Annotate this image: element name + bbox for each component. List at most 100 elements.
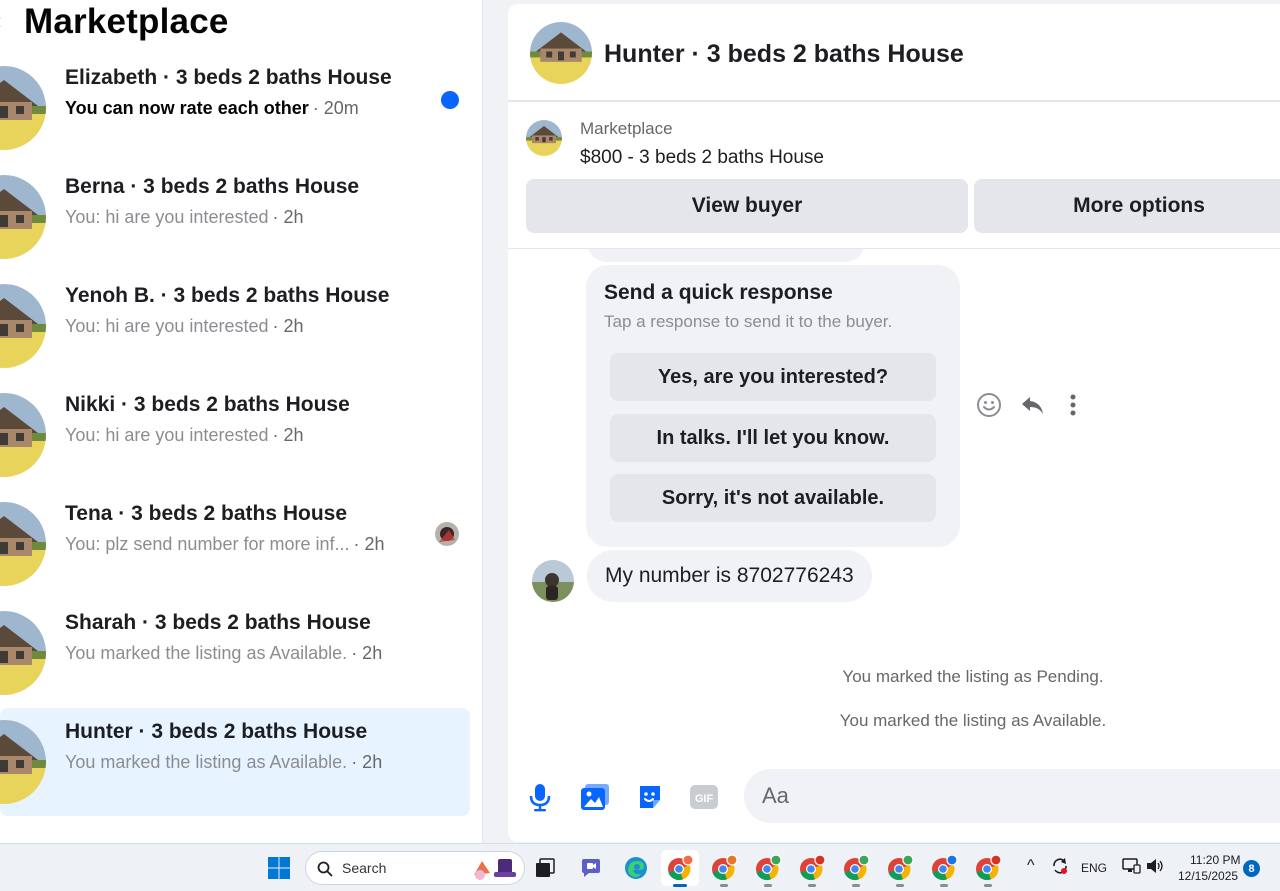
conversation-thumbnail — [0, 284, 46, 368]
quick-response-card: Send a quick response Tap a response to … — [586, 265, 960, 547]
sticker-icon[interactable] — [633, 780, 667, 814]
conversation-time: · 2h — [272, 316, 304, 336]
conversation-preview: You marked the listing as Available. — [65, 752, 348, 772]
conversation-title: Hunter · 3 beds 2 baths House — [65, 720, 368, 743]
conversation-row[interactable]: Berna · 3 beds 2 baths House You: hi are … — [0, 163, 470, 271]
conversation-list-panel: ‹ Marketplace Elizabeth · 3 beds 2 baths… — [0, 0, 483, 843]
tray-overflow-chevron-icon[interactable]: ^ — [1027, 857, 1035, 875]
conversation-preview: You: hi are you interested — [65, 207, 269, 227]
conversation-preview-line: You: hi are you interested · 2h — [65, 207, 304, 228]
back-arrow-icon[interactable]: ‹ — [0, 8, 1, 34]
conversation-row[interactable]: Elizabeth · 3 beds 2 baths House You can … — [0, 54, 470, 162]
network-icon[interactable] — [1121, 857, 1141, 878]
photo-icon[interactable] — [578, 780, 612, 814]
conversation-preview: You: plz send number for more inf... — [65, 534, 350, 554]
chrome-browser-icon[interactable] — [749, 850, 787, 887]
conversation-time: · 2h — [351, 752, 383, 772]
svg-text:GIF: GIF — [695, 793, 714, 805]
conversation-thumbnail — [0, 611, 46, 695]
conversation-title: Yenoh B. · 3 beds 2 baths House — [65, 284, 390, 307]
conversation-row[interactable]: Nikki · 3 beds 2 baths House You: hi are … — [0, 381, 470, 489]
chat-title[interactable]: Hunter · 3 beds 2 baths House — [604, 40, 964, 69]
conversation-title: Tena · 3 beds 2 baths House — [65, 502, 348, 525]
conversation-title: Elizabeth · 3 beds 2 baths House — [65, 66, 392, 89]
conversation-thumbnail — [0, 175, 46, 259]
conversation-preview-line: You marked the listing as Available. · 2h — [65, 752, 382, 773]
microphone-icon[interactable] — [523, 780, 557, 814]
reply-icon[interactable] — [1017, 390, 1047, 420]
taskbar-search-box[interactable]: Search — [305, 851, 525, 885]
conversation-thumbnail — [0, 502, 46, 586]
conversation-time: · 2h — [272, 425, 304, 445]
conversation-row[interactable]: Sharah · 3 beds 2 baths House You marked … — [0, 599, 470, 707]
volume-icon[interactable] — [1145, 857, 1165, 878]
gif-icon[interactable]: GIF — [687, 780, 721, 814]
conversation-thumbnail — [0, 393, 46, 477]
seen-avatar-icon — [435, 522, 459, 546]
chrome-browser-icon[interactable] — [837, 850, 875, 887]
windows-start-icon[interactable] — [260, 850, 298, 886]
message-input[interactable] — [744, 769, 1280, 823]
search-highlight-icon — [474, 859, 516, 880]
conversation-time: · 2h — [272, 207, 304, 227]
sync-status-icon[interactable] — [1050, 856, 1070, 879]
running-indicator — [808, 884, 816, 887]
more-vertical-icon[interactable] — [1058, 390, 1088, 420]
conversation-preview-line: You: plz send number for more inf... · 2h — [65, 534, 385, 555]
conversation-preview: You marked the listing as Available. — [65, 643, 348, 663]
language-indicator[interactable]: ENG — [1081, 861, 1107, 875]
conversation-thumbnail — [0, 66, 46, 150]
conversation-row[interactable]: Yenoh B. · 3 beds 2 baths House You: hi a… — [0, 272, 470, 380]
chrome-browser-icon[interactable] — [969, 850, 1007, 887]
chrome-browser-icon[interactable] — [793, 850, 831, 887]
quick-response-yes-button[interactable]: Yes, are you interested? — [610, 353, 936, 401]
conversation-time: · 2h — [353, 534, 385, 554]
windows-taskbar: Search ^ ENG 11:20 PM 12/15/2025 8 — [0, 843, 1280, 891]
quick-response-subtitle: Tap a response to send it to the buyer. — [604, 312, 893, 331]
teams-chat-icon[interactable] — [572, 850, 610, 886]
conversation-title: Nikki · 3 beds 2 baths House — [65, 393, 350, 416]
conversation-time: · 20m — [312, 98, 359, 118]
notification-badge[interactable]: 8 — [1243, 860, 1260, 877]
unread-dot-icon — [441, 91, 459, 109]
conversation-title: Sharah · 3 beds 2 baths House — [65, 611, 371, 634]
running-indicator — [984, 884, 992, 887]
taskbar-time[interactable]: 11:20 PM — [1190, 853, 1240, 867]
chrome-browser-icon[interactable] — [661, 850, 699, 887]
system-message-pending: You marked the listing as Pending. — [842, 667, 1104, 686]
conversation-preview-line: You: hi are you interested · 2h — [65, 316, 304, 337]
running-indicator — [940, 884, 948, 887]
listing-small-thumbnail[interactable] — [526, 120, 562, 156]
edge-browser-icon[interactable] — [617, 850, 655, 886]
chrome-browser-icon[interactable] — [925, 850, 963, 887]
search-icon — [317, 861, 333, 877]
running-indicator — [673, 884, 687, 887]
buyer-avatar[interactable] — [532, 560, 574, 602]
quick-response-not-available-button[interactable]: Sorry, it's not available. — [610, 474, 936, 522]
listing-source: Marketplace — [580, 119, 673, 138]
conversation-row[interactable]: Tena · 3 beds 2 baths House You: plz send… — [0, 490, 470, 598]
conversation-preview: You can now rate each other — [65, 98, 309, 118]
conversation-preview-line: You can now rate each other · 20m — [65, 98, 359, 119]
view-buyer-button[interactable]: View buyer — [526, 179, 968, 233]
smile-icon[interactable] — [974, 390, 1004, 420]
conversation-preview: You: hi are you interested — [65, 316, 269, 336]
chat-panel: Hunter · 3 beds 2 baths House Marketplac… — [508, 4, 1280, 842]
chrome-browser-icon[interactable] — [881, 850, 919, 887]
buyer-message-bubble: My number is 8702776243 — [587, 550, 872, 602]
running-indicator — [720, 884, 728, 887]
quick-response-in-talks-button[interactable]: In talks. I'll let you know. — [610, 414, 936, 462]
conversation-title: Berna · 3 beds 2 baths House — [65, 175, 360, 198]
quick-response-title: Send a quick response — [604, 281, 833, 304]
listing-thumbnail[interactable] — [530, 22, 592, 84]
taskbar-date[interactable]: 12/15/2025 — [1178, 869, 1238, 883]
conversation-row[interactable]: Hunter · 3 beds 2 baths House You marked … — [0, 708, 470, 816]
listing-price-title[interactable]: $800 - 3 beds 2 baths House — [580, 147, 824, 169]
running-indicator — [852, 884, 860, 887]
more-options-button[interactable]: More options — [974, 179, 1280, 233]
task-view-icon[interactable] — [526, 850, 564, 886]
search-label: Search — [342, 860, 387, 876]
conversation-preview: You: hi are you interested — [65, 425, 269, 445]
conversation-preview-line: You marked the listing as Available. · 2h — [65, 643, 382, 664]
chrome-browser-icon[interactable] — [705, 850, 743, 887]
